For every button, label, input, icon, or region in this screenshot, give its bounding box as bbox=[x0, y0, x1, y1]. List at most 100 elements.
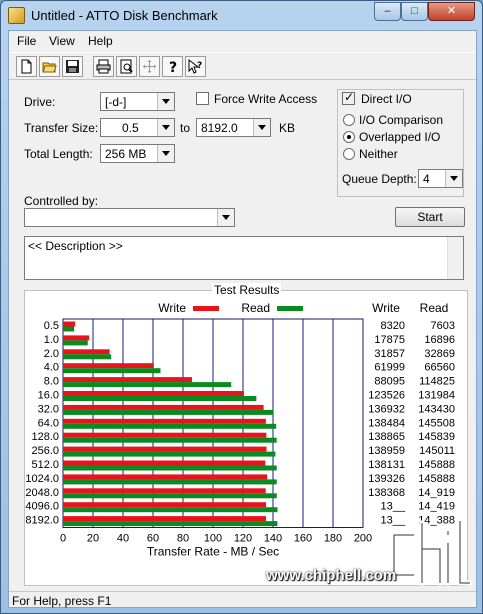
read-bar bbox=[63, 340, 88, 346]
read-value: 145839 bbox=[418, 431, 455, 443]
y-tick-label: 64.0 bbox=[38, 417, 59, 429]
help-button[interactable]: ? bbox=[162, 56, 183, 77]
read-bar bbox=[63, 465, 277, 471]
menu-bar: File View Help bbox=[9, 31, 476, 51]
write-bar bbox=[63, 446, 267, 452]
y-tick-label: 512.0 bbox=[31, 459, 59, 471]
open-button[interactable] bbox=[39, 56, 60, 77]
new-button[interactable] bbox=[16, 56, 37, 77]
x-axis-label: Transfer Rate - MB / Sec bbox=[147, 545, 279, 559]
chevron-down-icon[interactable] bbox=[157, 93, 174, 110]
minimize-button[interactable]: – bbox=[374, 2, 401, 21]
write-bar bbox=[63, 460, 266, 466]
description-box[interactable]: << Description >> bbox=[24, 236, 464, 280]
move-button[interactable] bbox=[139, 56, 160, 77]
y-tick-label: 8.0 bbox=[44, 376, 59, 388]
new-icon bbox=[21, 59, 32, 74]
menu-help[interactable]: Help bbox=[88, 34, 113, 48]
title-bar[interactable]: Untitled - ATTO Disk Benchmark – □ ✕ bbox=[1, 1, 482, 29]
write-bar bbox=[63, 404, 264, 410]
column-header-read: Read bbox=[420, 301, 449, 315]
transfer-to-select[interactable]: 8192.0 bbox=[196, 118, 271, 137]
x-tick-label: 100 bbox=[204, 533, 222, 545]
read-value: 145888 bbox=[418, 473, 455, 485]
drive-select[interactable]: [-d-] bbox=[100, 92, 175, 111]
write-bar bbox=[63, 321, 76, 327]
chevron-down-icon[interactable] bbox=[217, 209, 234, 226]
close-button[interactable]: ✕ bbox=[428, 2, 475, 21]
app-window: Untitled - ATTO Disk Benchmark – □ ✕ Fil… bbox=[0, 0, 483, 614]
legend-read-label: Read bbox=[241, 301, 270, 315]
transfer-from-select[interactable]: 0.5 bbox=[100, 118, 175, 137]
controlled-by-select[interactable] bbox=[24, 208, 235, 227]
column-header-write: Write bbox=[372, 301, 400, 315]
move-icon bbox=[143, 60, 156, 73]
transfer-size-label: Transfer Size: bbox=[24, 121, 99, 135]
write-value: 123526 bbox=[368, 390, 405, 402]
y-tick-label: 1.0 bbox=[44, 334, 59, 346]
y-tick-label: 2.0 bbox=[44, 348, 59, 360]
read-bar bbox=[63, 437, 277, 443]
chevron-down-icon[interactable] bbox=[445, 170, 462, 187]
radio-io-comparison[interactable] bbox=[343, 114, 355, 126]
read-bar bbox=[63, 521, 278, 527]
read-value: 7603 bbox=[431, 320, 455, 332]
x-tick-label: 120 bbox=[234, 533, 252, 545]
write-value: 31857 bbox=[374, 348, 405, 360]
start-button[interactable]: Start bbox=[395, 207, 465, 227]
write-value: 17875 bbox=[374, 334, 405, 346]
queue-depth-select[interactable]: 4 bbox=[418, 169, 463, 188]
read-value: 145011 bbox=[419, 445, 455, 457]
svg-text:?: ? bbox=[169, 60, 177, 74]
context-help-button[interactable]: ? bbox=[185, 56, 206, 77]
print-icon bbox=[96, 59, 111, 74]
toolbar: ? ? bbox=[9, 52, 476, 80]
read-value: 145508 bbox=[418, 417, 455, 429]
read-bar bbox=[63, 382, 232, 388]
chevron-down-icon[interactable] bbox=[157, 119, 174, 136]
read-value: 131984 bbox=[418, 390, 455, 402]
write-bar bbox=[63, 488, 266, 494]
transfer-to-value: 8192.0 bbox=[201, 121, 238, 135]
direct-io-checkbox[interactable] bbox=[342, 90, 355, 105]
svg-text:?: ? bbox=[197, 61, 202, 71]
menu-view[interactable]: View bbox=[49, 34, 75, 48]
chevron-down-icon[interactable] bbox=[253, 119, 270, 136]
context-help-icon: ? bbox=[188, 59, 202, 74]
y-tick-label: 256.0 bbox=[31, 445, 59, 457]
legend-read-swatch bbox=[277, 306, 303, 311]
write-value: 136932 bbox=[368, 403, 405, 415]
maximize-button[interactable]: □ bbox=[401, 2, 428, 21]
read-value: 14_419 bbox=[418, 501, 455, 513]
save-icon bbox=[66, 60, 79, 73]
print-preview-icon bbox=[120, 59, 133, 74]
description-scrollbar[interactable] bbox=[447, 237, 463, 279]
read-bar bbox=[63, 423, 277, 429]
chiphell-logo-watermark bbox=[391, 518, 472, 586]
save-button[interactable] bbox=[62, 56, 83, 77]
radio-neither[interactable] bbox=[343, 148, 355, 160]
print-button[interactable] bbox=[93, 56, 114, 77]
force-write-checkbox[interactable] bbox=[196, 92, 209, 105]
x-tick-label: 200 bbox=[354, 533, 372, 545]
y-tick-label: 8192.0 bbox=[25, 515, 59, 527]
print-preview-button[interactable] bbox=[116, 56, 137, 77]
read-bar bbox=[63, 479, 277, 485]
radio-overlapped-io[interactable] bbox=[343, 131, 355, 143]
write-bar bbox=[63, 377, 193, 383]
write-bar bbox=[63, 502, 267, 508]
x-tick-label: 40 bbox=[117, 533, 129, 545]
menu-file[interactable]: File bbox=[17, 34, 36, 48]
legend-write-swatch bbox=[193, 306, 219, 311]
help-icon: ? bbox=[169, 60, 177, 74]
force-write-label: Force Write Access bbox=[214, 92, 318, 106]
chevron-down-icon[interactable] bbox=[157, 145, 174, 162]
read-bar bbox=[63, 507, 278, 513]
write-bar bbox=[63, 363, 154, 369]
write-value: 138131 bbox=[368, 459, 405, 471]
write-value: 8320 bbox=[381, 320, 405, 332]
open-icon bbox=[42, 62, 57, 73]
write-value: 138959 bbox=[368, 445, 405, 457]
read-value: 32869 bbox=[424, 348, 455, 360]
total-length-select[interactable]: 256 MB bbox=[100, 144, 175, 163]
